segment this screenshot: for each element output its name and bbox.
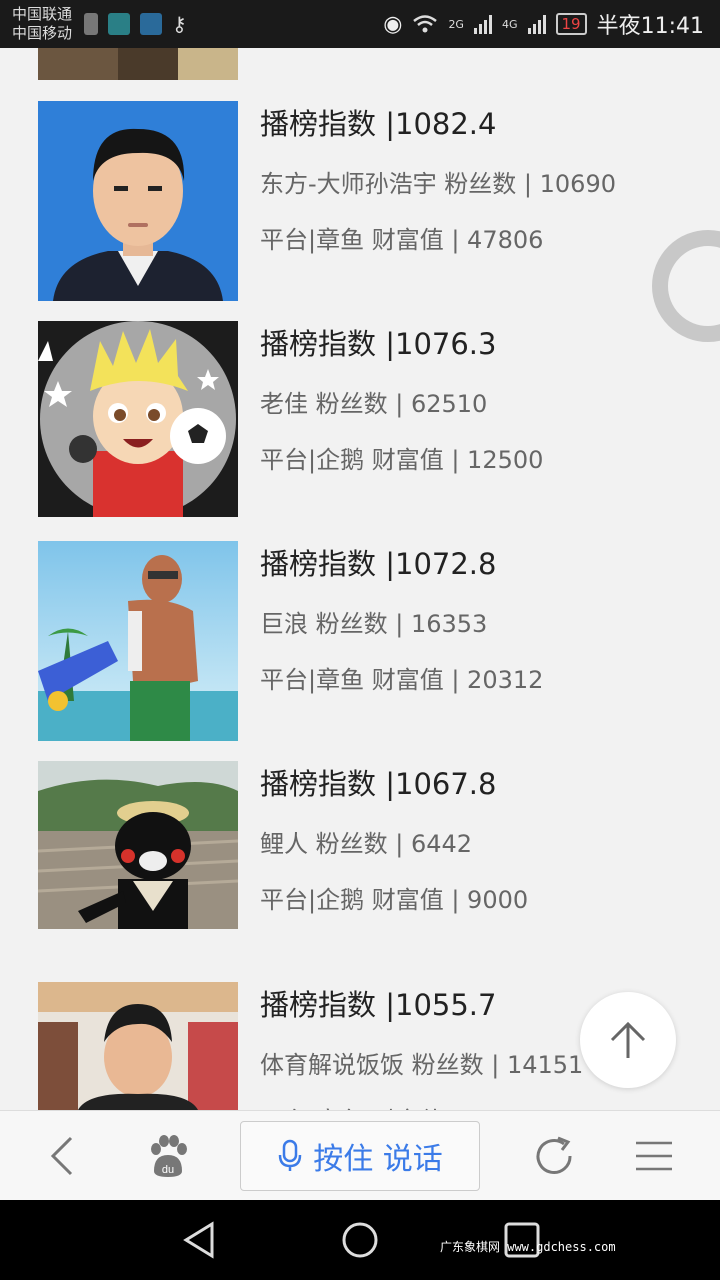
clock: 半夜11:41 (596, 14, 704, 39)
notification-icons: ⚷ (84, 12, 187, 36)
selfie-photo-icon (38, 982, 238, 1110)
menu-icon (636, 1141, 672, 1171)
platform-5: 平台|章鱼 财富值 | 16746 (260, 1101, 700, 1110)
app-notification-icon (108, 13, 130, 35)
svg-text:du: du (162, 1164, 174, 1176)
ranking-list[interactable]: 播榜指数 |1082.4 东方-大师孙浩宇 粉丝数 | 10690 平台|章鱼 … (0, 48, 720, 1110)
baidu-paw-icon: du (151, 1135, 187, 1177)
platform-3: 平台|章鱼 财富值 | 20312 (260, 666, 544, 694)
carrier-1: 中国联通 (12, 5, 73, 23)
signal-icon-2 (527, 14, 546, 34)
status-right: ◉ 2G 4G 19 半夜11:41 (383, 8, 704, 40)
platform-2: 平台|企鹅 财富值 | 12500 (260, 446, 544, 474)
avatar-3[interactable] (38, 541, 238, 741)
score-4: 播榜指数 |1067.8 (260, 767, 497, 801)
eye-icon: ◉ (383, 11, 403, 37)
nav-back-icon (183, 1221, 214, 1259)
avatar-previous[interactable] (38, 48, 238, 80)
status-bar: 中国联通 中国移动 ⚷ ◉ 2G 4G 19 半夜11:41 (0, 0, 720, 48)
key-icon: ⚷ (172, 12, 187, 36)
item-info-2[interactable]: 播榜指数 |1076.3 老佳 粉丝数 | 62510 平台|企鹅 财富值 | … (260, 321, 700, 475)
photo-icon (38, 48, 238, 80)
item-info-1[interactable]: 播榜指数 |1082.4 东方-大师孙浩宇 粉丝数 | 10690 平台|章鱼 … (260, 101, 700, 255)
score-2: 播榜指数 |1076.3 (260, 327, 497, 361)
avatar-1[interactable] (38, 101, 238, 301)
carrier-2: 中国移动 (12, 24, 73, 42)
score-3: 播榜指数 |1072.8 (260, 547, 497, 581)
hold-to-talk-button[interactable]: 按住 说话 (240, 1121, 480, 1191)
avatar-5[interactable] (38, 982, 238, 1110)
avatar-4[interactable] (38, 761, 238, 929)
browser-toolbar: du 按住 说话 (0, 1110, 720, 1200)
baidu-home-button[interactable]: du (136, 1111, 200, 1201)
fans-1: 东方-大师孙浩宇 粉丝数 | 10690 (260, 170, 616, 198)
network-type-2: 4G (501, 17, 518, 31)
arrow-up-icon (610, 1021, 646, 1058)
fans-2: 老佳 粉丝数 | 62510 (260, 390, 488, 418)
sim-icon (84, 13, 98, 35)
network-type-1: 2G (448, 17, 464, 31)
back-button[interactable] (30, 1111, 94, 1201)
nav-back-button[interactable] (180, 1220, 220, 1260)
signal-icon-1 (473, 14, 492, 34)
watermark: 广东象棋网 www.gdchess.com (440, 1240, 616, 1254)
avatar-2[interactable] (38, 321, 238, 517)
portrait-icon (38, 101, 238, 301)
nav-home-icon (342, 1222, 378, 1258)
menu-button[interactable] (622, 1111, 686, 1201)
cartoon-avatar-icon (38, 321, 238, 517)
game-character-icon (38, 541, 238, 741)
microphone-icon (278, 1139, 302, 1171)
back-icon (50, 1136, 73, 1176)
fans-4: 鲤人 粉丝数 | 6442 (260, 830, 473, 858)
nav-home-button[interactable] (340, 1220, 380, 1260)
platform-1: 平台|章鱼 财富值 | 47806 (260, 226, 544, 254)
carrier-labels: 中国联通 中国移动 (12, 5, 72, 43)
item-info-3[interactable]: 播榜指数 |1072.8 巨浪 粉丝数 | 16353 平台|章鱼 财富值 | … (260, 541, 700, 695)
wifi-icon (413, 15, 438, 33)
mascot-photo-icon (38, 761, 238, 929)
phone-screen: 中国联通 中国移动 ⚷ ◉ 2G 4G 19 半夜11:41 播榜指数 |108… (0, 0, 720, 1280)
voice-label: 按住 说话 (313, 1142, 443, 1177)
refresh-icon (536, 1136, 572, 1174)
battery-icon: 19 (555, 13, 587, 35)
refresh-button[interactable] (522, 1111, 586, 1201)
android-nav-bar: 广东象棋网 www.gdchess.com (0, 1200, 720, 1280)
score-1: 播榜指数 |1082.4 (260, 107, 497, 141)
app-notification-icon-2 (140, 13, 162, 35)
fans-3: 巨浪 粉丝数 | 16353 (260, 610, 488, 638)
back-to-top-button[interactable] (580, 992, 676, 1088)
item-info-4[interactable]: 播榜指数 |1067.8 鲤人 粉丝数 | 6442 平台|企鹅 财富值 | 9… (260, 761, 700, 915)
platform-4: 平台|企鹅 财富值 | 9000 (260, 886, 529, 914)
